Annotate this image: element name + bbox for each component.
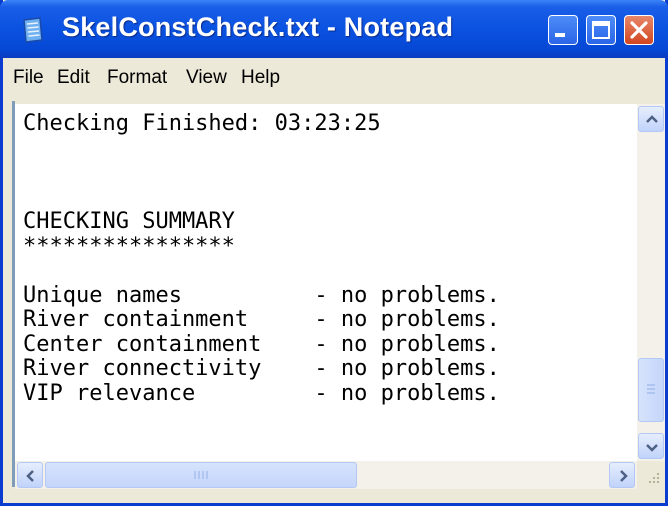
resize-grip[interactable]	[637, 461, 665, 489]
menu-file[interactable]: File	[13, 67, 44, 89]
arrow-right-icon	[620, 470, 628, 482]
resize-grip-icon	[649, 473, 659, 483]
window-title: SkelConstCheck.txt - Notepad	[62, 12, 454, 42]
maximize-icon	[592, 21, 610, 39]
menu-view[interactable]: View	[186, 67, 227, 89]
close-button[interactable]	[624, 15, 654, 45]
menu-help[interactable]: Help	[241, 67, 280, 89]
menu-format[interactable]: Format	[107, 67, 167, 89]
horizontal-scrollbar[interactable]	[15, 461, 637, 489]
maximize-button[interactable]	[586, 15, 616, 45]
horizontal-scroll-thumb[interactable]	[45, 462, 357, 488]
arrow-up-icon	[646, 115, 658, 123]
scroll-right-button[interactable]	[609, 462, 635, 488]
title-bar[interactable]: SkelConstCheck.txt - Notepad	[0, 0, 668, 58]
notepad-window: SkelConstCheck.txt - Notepad File Edit F…	[0, 0, 668, 506]
vertical-scrollbar[interactable]	[637, 104, 665, 461]
arrow-left-icon	[26, 470, 34, 482]
document-text[interactable]: Checking Finished: 03:23:25 CHECKING SUM…	[23, 111, 500, 406]
vertical-scroll-thumb[interactable]	[638, 358, 664, 422]
menu-edit[interactable]: Edit	[57, 67, 90, 89]
menu-bar: File Edit Format View Help	[3, 58, 665, 98]
scroll-left-button[interactable]	[17, 462, 43, 488]
notepad-icon[interactable]	[20, 16, 46, 44]
scroll-down-button[interactable]	[638, 433, 664, 459]
minimize-icon	[555, 33, 565, 37]
arrow-down-icon	[646, 444, 658, 452]
scroll-up-button[interactable]	[638, 106, 664, 132]
minimize-button[interactable]	[548, 15, 578, 45]
close-icon	[630, 21, 648, 39]
